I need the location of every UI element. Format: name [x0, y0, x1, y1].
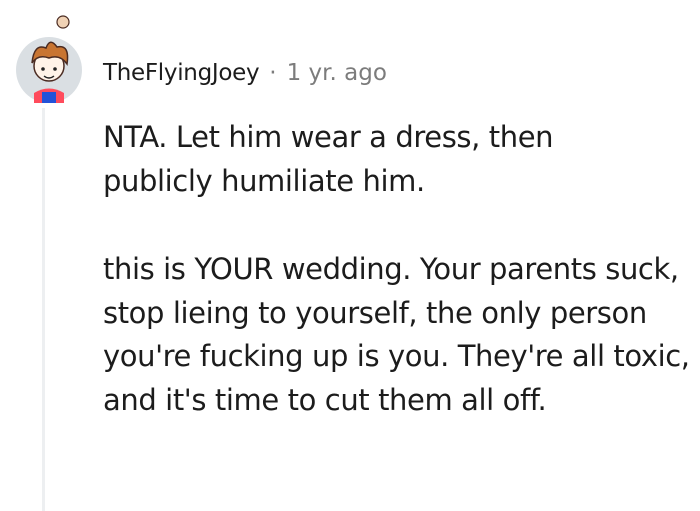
comment: TheFlyingJoey · 1 yr. ago NTA. Let him w… — [0, 0, 700, 511]
comment-meta: TheFlyingJoey · 1 yr. ago — [103, 56, 387, 90]
meta-separator: · — [269, 60, 277, 86]
comment-paragraph: NTA. Let him wear a dress, then publicly… — [103, 120, 554, 198]
username-link[interactable]: TheFlyingJoey — [103, 60, 260, 86]
timestamp[interactable]: 1 yr. ago — [287, 60, 387, 86]
user-avatar[interactable] — [14, 14, 84, 104]
comment-paragraph: this is YOUR wedding. Your parents suck,… — [103, 252, 690, 417]
comment-body: NTA. Let him wear a dress, then publicly… — [103, 116, 693, 422]
thread-line[interactable] — [42, 108, 45, 511]
cartoon-avatar-icon — [16, 15, 82, 103]
